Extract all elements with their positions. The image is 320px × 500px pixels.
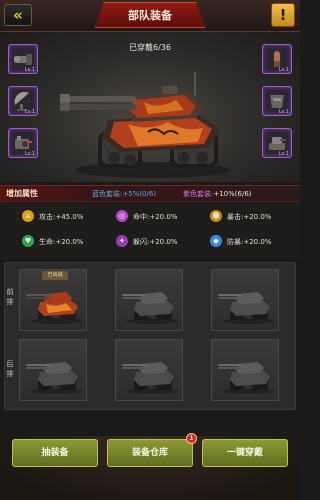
equipment-showcase: 已穿戴6/36 Lv.1 Lv.1 Lv.1 Lv.1 Lv.1 Lv.1 [0, 32, 300, 182]
help-button[interactable]: ! [271, 3, 295, 27]
back-button[interactable]: « [4, 4, 32, 26]
formation-slot-back-3[interactable] [211, 339, 279, 401]
hit-icon: ◎ [116, 210, 128, 222]
stat-hit: ◎ 命中:+20.0% [116, 210, 206, 224]
equip-slot-5[interactable]: Lv.1 [262, 86, 292, 116]
stats-panel: ⚔ 攻击:+45.0% ◎ 命中:+20.0% ☻ 暴击:+20.0% ♥ 生命… [0, 202, 300, 258]
stat-attack: ⚔ 攻击:+45.0% [22, 210, 112, 224]
formation-slot-back-1[interactable] [19, 339, 87, 401]
tank-inactive-image [218, 362, 274, 394]
stat-anti-crit: ◆ 防暴:+20.0% [210, 235, 300, 249]
equipped-tag: 已出战 [42, 271, 68, 280]
equip-slot-3[interactable]: Lv.1 [8, 128, 38, 158]
tank-inactive-image [26, 362, 82, 394]
stat-text: 命中:+20.0% [133, 213, 178, 221]
slot-level: Lv.1 [278, 151, 289, 157]
tank-active-image [26, 292, 82, 324]
dodge-icon: ✦ [116, 235, 128, 247]
equip-slot-2[interactable]: Lv.1 [8, 86, 38, 116]
front-row-label: 前排 [6, 288, 14, 306]
exclamation-icon: ! [279, 6, 287, 24]
stat-text: 暴击:+20.0% [227, 213, 272, 221]
attack-icon: ⚔ [22, 210, 34, 222]
stat-text: 攻击:+45.0% [39, 213, 84, 221]
equipment-warehouse-button[interactable]: 装备仓库 [107, 439, 193, 467]
slot-level: Lv.1 [278, 67, 289, 73]
double-chevron-left-icon: « [13, 6, 23, 24]
tank-inactive-image [122, 292, 178, 324]
tank-inactive-image [218, 292, 274, 324]
equip-slot-4[interactable]: Lv.1 [262, 44, 292, 74]
featured-tank-image [60, 72, 231, 178]
formation-slot-front-2[interactable] [115, 269, 183, 331]
slot-level: Lv.1 [278, 109, 289, 115]
worn-count: 已穿戴6/36 [129, 43, 171, 52]
formation-slot-front-3[interactable] [211, 269, 279, 331]
purple-set-bonus: 紫色套装:+10%(6/6) [183, 189, 252, 199]
stat-text: 防暴:+20.0% [227, 238, 272, 246]
blue-set-value: +5%(0/6) [122, 190, 157, 198]
quick-wear-button[interactable]: 一键穿戴 [202, 439, 288, 467]
equip-slot-6[interactable]: Lv.1 [262, 128, 292, 158]
formation-slot-front-1[interactable]: 已出战 [19, 269, 87, 331]
back-row-label: 后排 [6, 360, 14, 378]
health-icon: ♥ [22, 235, 34, 247]
attribute-title: 增加属性 [6, 189, 38, 198]
stat-health: ♥ 生命:+20.0% [22, 235, 112, 249]
header-bar: « 部队装备 ! [0, 0, 300, 32]
slot-level: Lv.1 [24, 151, 35, 157]
warehouse-notification-badge: 1 [186, 433, 197, 444]
formation-grid: 前排 后排 已出战 [4, 262, 296, 410]
stat-text: 生命:+20.0% [39, 238, 84, 246]
formation-slot-back-2[interactable] [115, 339, 183, 401]
purple-set-value: +10%(6/6) [213, 190, 252, 198]
draw-equipment-button[interactable]: 抽装备 [12, 439, 98, 467]
slot-level: Lv.1 [24, 109, 35, 115]
equip-slot-1[interactable]: Lv.1 [8, 44, 38, 74]
tank-inactive-image [122, 362, 178, 394]
stat-dodge: ✦ 躲闪:+20.0% [116, 235, 206, 249]
crit-icon: ☻ [210, 210, 222, 222]
purple-set-label: 紫色套装: [183, 190, 214, 198]
stat-text: 躲闪:+20.0% [133, 238, 178, 246]
anti-crit-icon: ◆ [210, 235, 222, 247]
attribute-header: 增加属性 蓝色套装:+5%(0/6) 紫色套装:+10%(6/6) [0, 185, 300, 202]
blue-set-label: 蓝色套装: [92, 190, 123, 198]
page-title: 部队装备 [95, 2, 205, 28]
stat-crit: ☻ 暴击:+20.0% [210, 210, 300, 224]
slot-level: Lv.1 [24, 67, 35, 73]
blue-set-bonus: 蓝色套装:+5%(0/6) [92, 189, 156, 199]
